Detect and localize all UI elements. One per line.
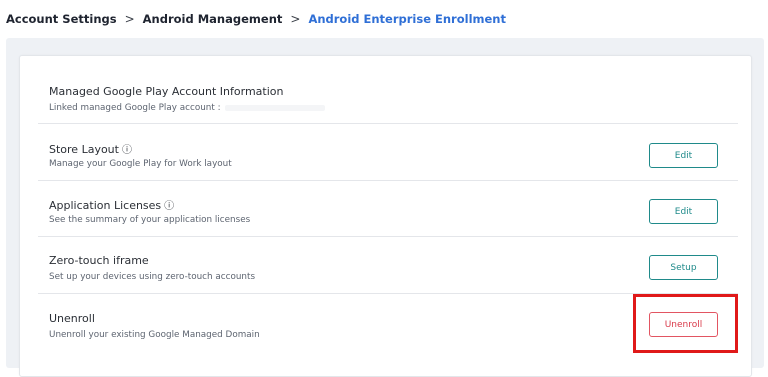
info-circle-icon[interactable]: ⓘ	[164, 201, 174, 212]
application-licenses-edit-button[interactable]: Edit	[649, 199, 718, 224]
chevron-right-icon: >	[124, 12, 135, 26]
section-title-wrap: Application Licenses ⓘ	[49, 197, 174, 212]
section-title-wrap: Store Layout ⓘ	[49, 141, 132, 156]
section-zero-touch-iframe: Zero-touch iframe Set up your devices us…	[38, 237, 738, 294]
section-title: Zero-touch iframe	[49, 254, 149, 267]
section-description: See the summary of your application lice…	[49, 215, 251, 225]
section-title: Managed Google Play Account Information	[49, 85, 284, 98]
zero-touch-setup-button[interactable]: Setup	[649, 255, 718, 280]
breadcrumb-android-enterprise-enrollment: Android Enterprise Enrollment	[308, 12, 506, 26]
section-description: Manage your Google Play for Work layout	[49, 159, 232, 169]
section-title: Application Licenses	[49, 199, 162, 212]
linked-account-value	[224, 104, 325, 111]
section-title: Unenroll	[49, 312, 95, 325]
section-application-licenses: Application Licenses ⓘ See the summary of…	[38, 181, 738, 237]
breadcrumb-android-management[interactable]: Android Management	[143, 12, 283, 26]
breadcrumb: Account Settings > Android Management > …	[6, 10, 506, 28]
section-title: Store Layout	[49, 143, 119, 156]
section-managed-google-play-account: Managed Google Play Account Information …	[38, 56, 738, 124]
info-circle-icon[interactable]: ⓘ	[122, 145, 132, 156]
section-description: Set up your devices using zero-touch acc…	[49, 272, 256, 282]
breadcrumb-account-settings[interactable]: Account Settings	[6, 12, 117, 26]
store-layout-edit-button[interactable]: Edit	[649, 143, 718, 168]
section-description: Unenroll your existing Google Managed Do…	[49, 330, 260, 340]
linked-account-label: Linked managed Google Play account :	[49, 103, 221, 113]
highlight-box	[633, 294, 738, 353]
section-description: Linked managed Google Play account :	[49, 103, 325, 113]
section-store-layout: Store Layout ⓘ Manage your Google Play fo…	[38, 124, 738, 181]
chevron-right-icon: >	[290, 12, 301, 26]
